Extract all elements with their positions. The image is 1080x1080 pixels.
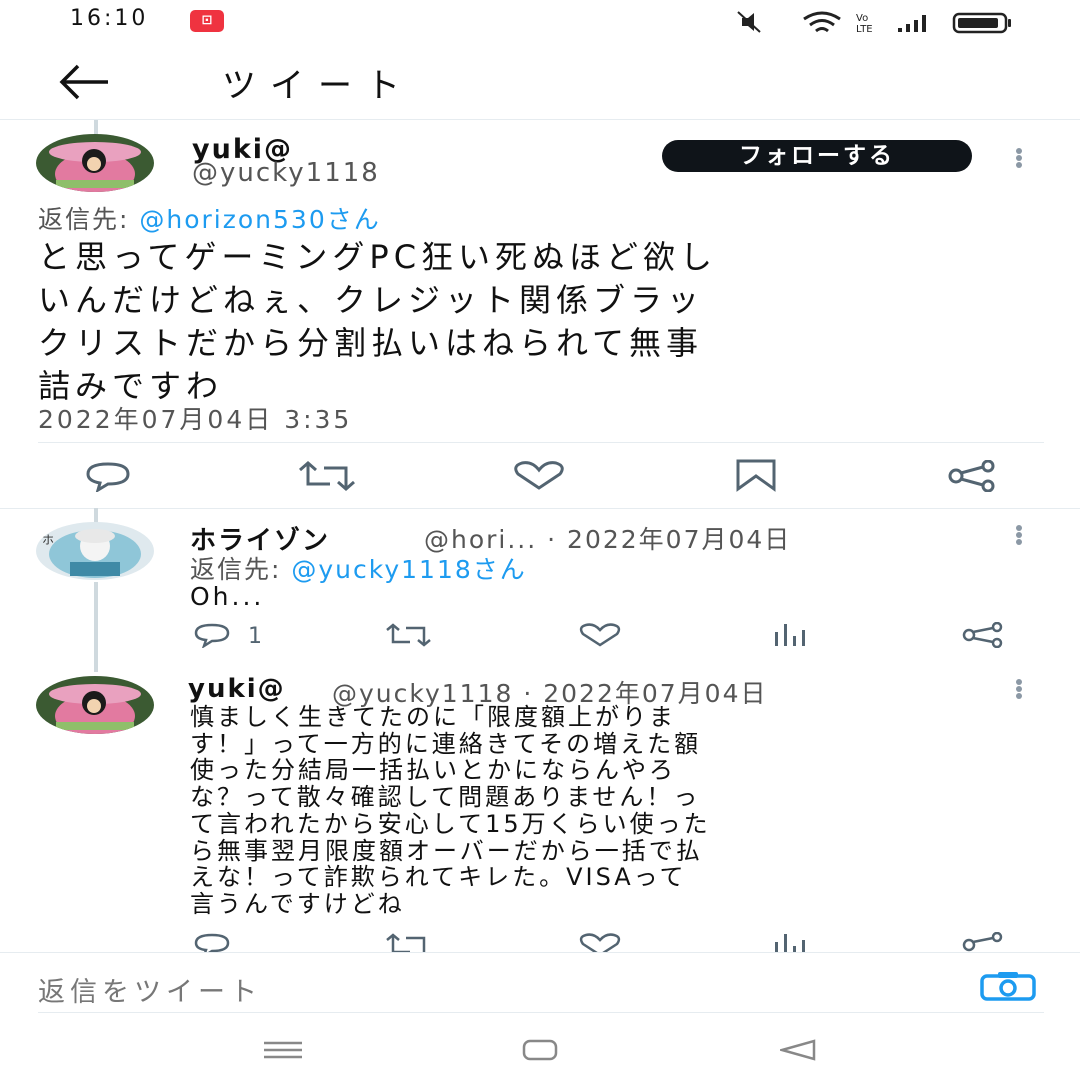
avatar[interactable] [36,676,154,734]
reply-text-line: て言われたから安心して15万くらい使った [190,809,711,838]
svg-text:ホ: ホ [42,533,54,547]
like-icon[interactable] [576,932,624,952]
reply-author-name[interactable]: yuki@ [188,674,286,704]
reply-to-prefix: 返信先: [190,555,292,584]
reply-text-line: ら無事翌月限度額オーバーだから一括で払 [190,836,703,865]
retweet-icon[interactable] [296,460,358,492]
reply-to-mention[interactable]: @yucky1118さん [291,555,526,584]
screen-record-icon: ⊡ [190,10,224,32]
avatar[interactable] [36,134,154,192]
reply-text: 慎ましく生きてたのに「限度額上がりま す！」って一方的に連絡きてその増えた額 使… [190,704,1050,918]
tweet-timestamp[interactable]: 2022年07月04日 3:35 [38,400,352,436]
reply-text: Oh... [190,582,265,611]
status-icons: Vo LTE [737,11,1011,34]
status-bar: 16:10 ⊡ Vo LTE [0,0,1080,44]
divider [0,508,1080,509]
status-time: 16:10 [70,6,149,31]
back-nav-icon[interactable] [780,1039,816,1061]
battery-icon [952,12,1011,34]
share-icon[interactable] [960,622,1006,648]
analytics-icon[interactable] [772,932,812,952]
reply-icon[interactable] [80,460,136,492]
page-title: ツイート [222,66,414,106]
reply-composer-input[interactable]: 返信をツイート [38,970,262,1009]
thread-line [94,582,98,672]
share-icon[interactable] [944,460,1000,492]
bookmark-icon[interactable] [732,458,780,492]
divider [0,952,1080,953]
home-icon[interactable] [522,1039,558,1061]
volte-icon: Vo LTE [856,13,873,34]
analytics-icon[interactable] [772,622,812,648]
reply-icon[interactable] [192,622,236,648]
reply-to-line: 返信先: @horizon530さん [38,200,381,236]
tweet-text-line: と思ってゲーミングPC狂い死ぬほど欲し [38,238,718,276]
tweet-text: と思ってゲーミングPC狂い死ぬほど欲し いんだけどねぇ、クレジット関係ブラッ ク… [38,236,1038,408]
signal-icon [898,15,926,32]
reply-text-line: す！」って一方的に連絡きてその増えた額 [190,729,702,758]
follow-button[interactable]: フォローする [662,140,972,172]
reply-to-line: 返信先: @yucky1118さん [190,550,527,586]
svg-text:Vo: Vo [856,13,868,24]
retweet-icon[interactable] [384,932,434,952]
retweet-icon[interactable] [384,622,434,648]
more-options-icon[interactable] [1014,524,1024,546]
author-handle[interactable]: @yucky1118 [192,158,380,188]
app-bar [0,44,1080,120]
reply-actions [0,928,1080,952]
recents-menu-icon[interactable] [264,1040,302,1060]
camera-icon[interactable] [978,970,1038,1002]
reply-icon[interactable] [192,932,236,952]
divider [38,1012,1044,1013]
avatar[interactable]: ホ [36,522,154,580]
mute-icon [737,11,761,33]
divider [38,442,1044,443]
system-nav-bar [0,1020,1080,1080]
reply-text-line: 使った分結局一括払いとかにならんやろ [190,756,676,785]
reply-text-line: えな！って詐欺られてキレた。VISAって [190,863,687,892]
back-arrow-icon[interactable] [58,60,112,104]
reply-count: 1 [248,624,262,649]
more-options-icon[interactable] [1014,678,1024,700]
reply-text-line: な？って散々確認して問題ありません！っ [190,783,701,812]
reply-to-mention[interactable]: @horizon530さん [139,205,380,234]
wifi-icon [803,11,841,33]
more-options-icon[interactable] [1014,147,1024,169]
share-icon[interactable] [960,932,1006,952]
reply-text-line: 慎ましく生きてたのに「限度額上がりま [190,703,676,731]
reply-text-line: 言うんですけどね [190,889,405,918]
tweet-text-line: いんだけどねぇ、クレジット関係ブラッ [38,281,705,319]
like-icon[interactable] [576,622,624,648]
tweet-text-line: クリストだから分割払いはねられて無事 [38,324,704,362]
reply-to-prefix: 返信先: [38,205,140,234]
svg-text:LTE: LTE [856,24,873,34]
like-icon[interactable] [510,460,568,492]
